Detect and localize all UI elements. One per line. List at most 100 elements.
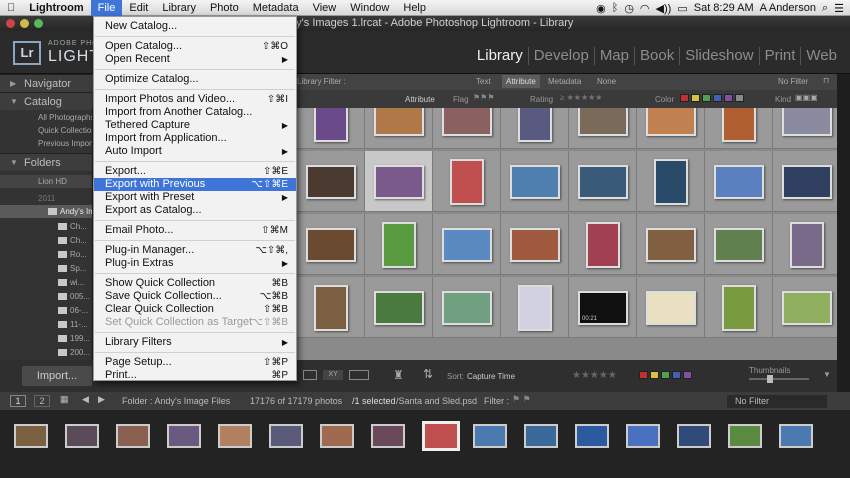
grid-cell[interactable] bbox=[773, 108, 837, 149]
minimize-window-button[interactable] bbox=[20, 19, 29, 28]
menu-item-new-catalog[interactable]: New Catalog... bbox=[94, 20, 296, 33]
search-icon[interactable]: ⌕ bbox=[822, 2, 828, 15]
folder-row[interactable]: 2011 bbox=[0, 192, 92, 205]
zoom-window-button[interactable] bbox=[34, 19, 43, 28]
filmstrip-thumbnail[interactable] bbox=[524, 424, 558, 448]
grid-cell[interactable] bbox=[569, 214, 637, 275]
grid-cell[interactable] bbox=[637, 277, 705, 338]
folder-row[interactable]: Ro... bbox=[0, 248, 92, 261]
menu-item-import-photos-and-video[interactable]: Import Photos and Video... ⇧⌘I bbox=[94, 93, 296, 106]
photo-thumbnail[interactable] bbox=[382, 221, 416, 268]
photo-thumbnail[interactable] bbox=[654, 158, 688, 205]
sort-select[interactable]: Capture Time bbox=[467, 372, 515, 381]
folder-row[interactable]: Sp... bbox=[0, 262, 92, 275]
module-book[interactable]: Book bbox=[635, 47, 681, 65]
grid-cell[interactable] bbox=[297, 214, 365, 275]
flag-icons[interactable]: ⚑⚑⚑ bbox=[473, 93, 495, 102]
folder-row[interactable]: Ch... bbox=[0, 234, 92, 247]
photo-thumbnail[interactable] bbox=[510, 164, 560, 199]
grid-cell[interactable]: 00:21 bbox=[569, 277, 637, 338]
module-web[interactable]: Web bbox=[801, 47, 842, 65]
grid-cell[interactable] bbox=[637, 108, 705, 149]
menu-edit[interactable]: Edit bbox=[122, 0, 155, 16]
photo-thumbnail[interactable] bbox=[306, 164, 356, 199]
clock-text[interactable]: Sat 8:29 AM bbox=[694, 2, 754, 14]
color-swatch[interactable] bbox=[639, 371, 648, 379]
kind-icons[interactable]: ▣▣▣ bbox=[795, 93, 818, 102]
filmstrip-thumbnail[interactable] bbox=[320, 424, 354, 448]
grid-cell[interactable] bbox=[637, 214, 705, 275]
photo-thumbnail[interactable] bbox=[374, 290, 424, 325]
grid-cell[interactable] bbox=[433, 108, 501, 149]
filmstrip-thumbnail[interactable] bbox=[116, 424, 150, 448]
catalog-all-photographs[interactable]: All Photographs bbox=[0, 111, 92, 124]
menu-item-show-quick-collection[interactable]: Show Quick Collection ⌘B bbox=[94, 277, 296, 290]
photo-thumbnail[interactable] bbox=[646, 290, 696, 325]
menu-item-import-from-another-catalog[interactable]: Import from Another Catalog... bbox=[94, 106, 296, 119]
filmstrip-thumbnail[interactable] bbox=[167, 424, 201, 448]
grid-cell[interactable] bbox=[501, 108, 569, 149]
photo-thumbnail[interactable] bbox=[722, 284, 756, 331]
clock-icon[interactable]: ◷ bbox=[624, 2, 634, 15]
selected-file[interactable]: /Santa and Sled.psd bbox=[396, 396, 477, 406]
module-develop[interactable]: Develop bbox=[529, 47, 595, 65]
status-icon[interactable]: ◉ bbox=[596, 2, 606, 15]
menu-item-email-photo[interactable]: Email Photo... ⇧⌘M bbox=[94, 224, 296, 237]
photo-thumbnail[interactable] bbox=[518, 108, 552, 142]
photo-thumbnail[interactable] bbox=[782, 108, 832, 136]
folder-row[interactable]: wi... bbox=[0, 276, 92, 289]
grid-cell[interactable] bbox=[705, 277, 773, 338]
color-swatch[interactable] bbox=[713, 94, 722, 102]
grid-cell[interactable] bbox=[297, 151, 365, 212]
filter-tab-text[interactable]: Text bbox=[476, 77, 491, 86]
wifi-icon[interactable]: ◠ bbox=[640, 2, 650, 15]
photo-thumbnail[interactable] bbox=[790, 221, 824, 268]
volume-row[interactable]: Lion HD bbox=[0, 175, 92, 188]
grid-cell[interactable] bbox=[501, 214, 569, 275]
battery-icon[interactable]: ▭ bbox=[677, 2, 687, 15]
color-swatch[interactable] bbox=[672, 371, 681, 379]
catalog-quick-collection[interactable]: Quick Collection bbox=[0, 124, 92, 137]
module-library[interactable]: Library bbox=[472, 47, 529, 65]
import-button[interactable]: Import... bbox=[22, 366, 92, 386]
menu-library[interactable]: Library bbox=[155, 0, 203, 16]
user-name[interactable]: A Anderson bbox=[760, 2, 816, 14]
photo-thumbnail[interactable] bbox=[578, 108, 628, 136]
photo-thumbnail[interactable] bbox=[442, 227, 492, 262]
menu-item-tethered-capture[interactable]: Tethered Capture ▶ bbox=[94, 119, 296, 132]
photo-thumbnail[interactable] bbox=[646, 227, 696, 262]
menu-item-plug-in-extras[interactable]: Plug-in Extras ▶ bbox=[94, 257, 296, 270]
color-swatch[interactable] bbox=[680, 94, 689, 102]
photo-thumbnail[interactable] bbox=[314, 108, 348, 142]
grid-cell[interactable] bbox=[637, 151, 705, 212]
grid-cell[interactable] bbox=[365, 214, 433, 275]
filmstrip-flag-icons[interactable]: ⚑ ⚑ bbox=[512, 394, 531, 405]
folder-row[interactable]: Ch... bbox=[0, 220, 92, 233]
menu-item-export-with-previous[interactable]: Export with Previous ⌥⇧⌘E bbox=[94, 178, 296, 191]
module-print[interactable]: Print bbox=[760, 47, 802, 65]
photo-thumbnail[interactable] bbox=[442, 108, 492, 136]
navigator-header[interactable]: ▶ Navigator bbox=[0, 74, 92, 92]
menu-item-open-catalog[interactable]: Open Catalog... ⇧⌘O bbox=[94, 40, 296, 53]
filmstrip-thumbnail[interactable] bbox=[677, 424, 711, 448]
menu-item-import-from-application[interactable]: Import from Application... bbox=[94, 132, 296, 145]
grid-cell[interactable] bbox=[433, 151, 501, 212]
filmstrip-thumbnail[interactable] bbox=[728, 424, 762, 448]
rating-stars-toolbar[interactable]: ★★★★★ bbox=[572, 370, 617, 381]
filmstrip-thumbnail[interactable] bbox=[371, 424, 405, 448]
color-swatch[interactable] bbox=[691, 94, 700, 102]
grid-cell[interactable] bbox=[773, 214, 837, 275]
menu-item-save-quick-collection[interactable]: Save Quick Collection... ⌥⌘B bbox=[94, 290, 296, 303]
grid-cell[interactable] bbox=[501, 151, 569, 212]
menu-item-export-as-catalog[interactable]: Export as Catalog... bbox=[94, 204, 296, 217]
filmstrip-thumbnail[interactable] bbox=[65, 424, 99, 448]
menu-app[interactable]: Lightroom bbox=[22, 0, 90, 16]
photo-thumbnail[interactable] bbox=[714, 164, 764, 199]
painter-icon[interactable]: ♜ bbox=[393, 368, 404, 382]
menu-item-clear-quick-collection[interactable]: Clear Quick Collection ⇧⌘B bbox=[94, 303, 296, 316]
grid-view-icon[interactable] bbox=[303, 370, 317, 380]
grid-cell[interactable] bbox=[569, 108, 637, 149]
menu-window[interactable]: Window bbox=[343, 0, 396, 16]
filter-tab-none[interactable]: None bbox=[597, 77, 616, 86]
menu-item-open-recent[interactable]: Open Recent ▶ bbox=[94, 53, 296, 66]
